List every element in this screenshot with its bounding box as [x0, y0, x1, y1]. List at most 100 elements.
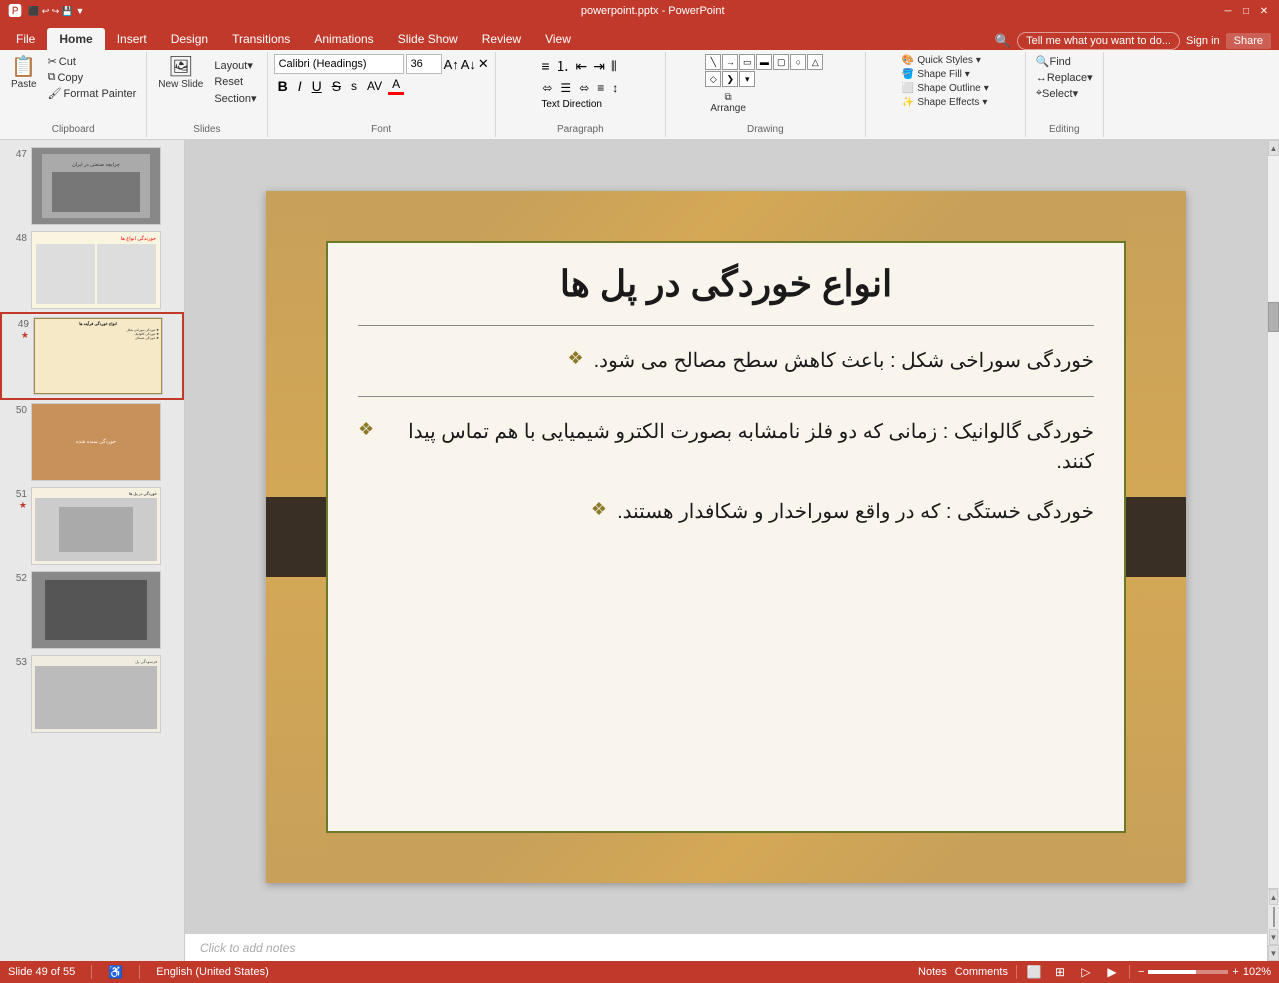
- comments-btn[interactable]: Comments: [955, 966, 1008, 978]
- scroll-zoom-in[interactable]: ▲: [1269, 889, 1279, 905]
- shape-effects-icon: ✨: [902, 97, 914, 108]
- scroll-up-btn[interactable]: ▲: [1268, 140, 1279, 156]
- layout-button[interactable]: Layout ▾: [210, 58, 260, 73]
- tab-slideshow[interactable]: Slide Show: [386, 28, 470, 50]
- new-slide-button[interactable]: 🖼 New Slide: [153, 54, 208, 93]
- side-block-left: [266, 497, 326, 577]
- tab-view[interactable]: View: [533, 28, 583, 50]
- slide-item-50[interactable]: 50 خوردگی سبده شده: [0, 400, 184, 484]
- reset-button[interactable]: Reset: [210, 75, 260, 89]
- scroll-zoom-out[interactable]: ▼: [1269, 929, 1279, 945]
- underline-btn[interactable]: U: [308, 77, 326, 95]
- shape-rounded[interactable]: ▢: [773, 54, 789, 70]
- view-reading-btn[interactable]: ▷: [1077, 963, 1095, 981]
- zoom-in-btn[interactable]: +: [1232, 966, 1238, 978]
- shape-diamond[interactable]: ◇: [705, 71, 721, 87]
- right-scrollbar[interactable]: ▲ ▲ ▼ ▼: [1267, 140, 1279, 961]
- tab-animations[interactable]: Animations: [302, 28, 385, 50]
- share-btn[interactable]: Share: [1226, 33, 1271, 49]
- scroll-down-btn[interactable]: ▼: [1268, 945, 1279, 961]
- shape-effects-btn[interactable]: ✨ Shape Effects ▾: [899, 96, 991, 109]
- slide-canvas: انواع خوردگی در پل ها خوردگی سوراخی شکل …: [266, 191, 1186, 883]
- char-spacing-btn[interactable]: AV: [363, 78, 386, 94]
- view-normal-btn[interactable]: ⬜: [1025, 963, 1043, 981]
- justify-btn[interactable]: ≡: [594, 80, 607, 96]
- font-name-input[interactable]: [274, 54, 404, 74]
- slide-editor[interactable]: انواع خوردگی در پل ها خوردگی سوراخی شکل …: [185, 140, 1267, 933]
- tab-transitions[interactable]: Transitions: [220, 28, 302, 50]
- columns-btn[interactable]: ⫼: [609, 57, 619, 76]
- increase-indent-btn[interactable]: ⇥: [591, 56, 607, 77]
- copy-button[interactable]: ⧉Copy: [44, 70, 141, 85]
- bullets-btn[interactable]: ≡: [539, 56, 551, 76]
- shape-triangle[interactable]: △: [807, 54, 823, 70]
- shape-arrow[interactable]: →: [722, 54, 738, 70]
- decrease-font-btn[interactable]: A↓: [461, 57, 476, 72]
- arrange-button[interactable]: ⧉ Arrange: [705, 89, 751, 117]
- section-button[interactable]: Section ▾: [210, 91, 260, 106]
- select-button[interactable]: ⌖ Select ▾: [1032, 86, 1082, 101]
- find-button[interactable]: 🔍 Find: [1032, 54, 1075, 69]
- status-sep3: [1016, 965, 1017, 979]
- replace-button[interactable]: ↔ Replace ▾: [1032, 70, 1097, 85]
- tab-insert[interactable]: Insert: [105, 28, 159, 50]
- numbering-btn[interactable]: ⒈: [554, 54, 572, 78]
- slide-item-51[interactable]: 51★ خوردگی در پل ها: [0, 484, 184, 568]
- tab-home[interactable]: Home: [47, 28, 104, 50]
- quick-styles-icon: 🎨: [902, 55, 914, 66]
- bullet-diamond-1: ❖: [567, 348, 583, 369]
- paste-icon: 📋: [11, 57, 36, 77]
- line-spacing-btn[interactable]: ↕: [609, 80, 621, 96]
- side-block-right: [1126, 497, 1186, 577]
- notes-bar[interactable]: Click to add notes: [185, 933, 1267, 961]
- font-color-btn[interactable]: A: [388, 76, 404, 95]
- slide-item-47[interactable]: 47 چرایچه صنعتی در ایران: [0, 144, 184, 228]
- decrease-indent-btn[interactable]: ⇤: [574, 56, 590, 77]
- italic-btn[interactable]: I: [294, 77, 306, 95]
- text-direction-btn[interactable]: Text Direction: [539, 98, 604, 111]
- quick-styles-btn[interactable]: 🎨 Quick Styles ▾: [899, 54, 984, 67]
- format-painter-button[interactable]: 🖌Format Painter: [44, 86, 141, 101]
- font-size-input[interactable]: [406, 54, 442, 74]
- shape-more[interactable]: ▾: [739, 71, 755, 87]
- align-right-btn[interactable]: ⬄: [576, 80, 592, 96]
- tell-me-box[interactable]: Tell me what you want to do...: [1017, 32, 1180, 50]
- paste-button[interactable]: 📋 Paste: [6, 54, 42, 93]
- shape-rect[interactable]: ▭: [739, 54, 755, 70]
- slide-inner[interactable]: انواع خوردگی در پل ها خوردگی سوراخی شکل …: [326, 241, 1126, 833]
- shape-line[interactable]: ╲: [705, 54, 721, 70]
- align-center-btn[interactable]: ☰: [557, 80, 574, 96]
- increase-font-btn[interactable]: A↑: [444, 57, 459, 72]
- tab-file[interactable]: File: [4, 28, 47, 50]
- align-left-btn[interactable]: ⬄: [539, 80, 555, 96]
- shape-chevron[interactable]: ❯: [722, 71, 738, 87]
- scroll-thumb[interactable]: [1268, 302, 1279, 332]
- close-btn[interactable]: ✕: [1257, 4, 1271, 18]
- view-slideshow-btn[interactable]: ▶: [1103, 963, 1121, 981]
- shape-fill-btn[interactable]: 🪣 Shape Fill ▾: [899, 68, 973, 81]
- shadow-btn[interactable]: s: [347, 78, 361, 94]
- bold-btn[interactable]: B: [274, 77, 292, 95]
- shape-outline-btn[interactable]: ⬜ Shape Outline ▾: [899, 82, 992, 95]
- cut-button[interactable]: ✂Cut: [44, 54, 141, 69]
- sign-in-btn[interactable]: Sign in: [1186, 35, 1220, 47]
- maximize-btn[interactable]: □: [1239, 4, 1253, 18]
- tab-design[interactable]: Design: [159, 28, 220, 50]
- ribbon-group-quickstyles: 🎨 Quick Styles ▾ 🪣 Shape Fill ▾ ⬜ Shape …: [866, 52, 1026, 137]
- slide-item-48[interactable]: 48 خورندگی انواع ها: [0, 228, 184, 312]
- notes-btn[interactable]: Notes: [918, 966, 947, 978]
- slide-item-52[interactable]: 52: [0, 568, 184, 652]
- shape-circle[interactable]: ○: [790, 54, 806, 70]
- zoom-slider[interactable]: [1148, 970, 1228, 974]
- clear-format-btn[interactable]: ✕: [478, 56, 489, 72]
- minimize-btn[interactable]: ─: [1221, 4, 1235, 18]
- zoom-out-btn[interactable]: −: [1138, 966, 1144, 978]
- tab-review[interactable]: Review: [470, 28, 533, 50]
- notes-placeholder[interactable]: Click to add notes: [200, 941, 295, 955]
- slide-item-49[interactable]: 49★ انواع خوردگی فرآیند ها ❖ خوردگی سورا…: [0, 312, 184, 400]
- view-sorter-btn[interactable]: ⊞: [1051, 963, 1069, 981]
- shape-rect2[interactable]: ▬: [756, 54, 772, 70]
- strikethrough-btn[interactable]: S: [328, 77, 345, 95]
- zoom-level[interactable]: 102%: [1243, 966, 1271, 978]
- slide-item-53[interactable]: 53 فرسودگی پل: [0, 652, 184, 736]
